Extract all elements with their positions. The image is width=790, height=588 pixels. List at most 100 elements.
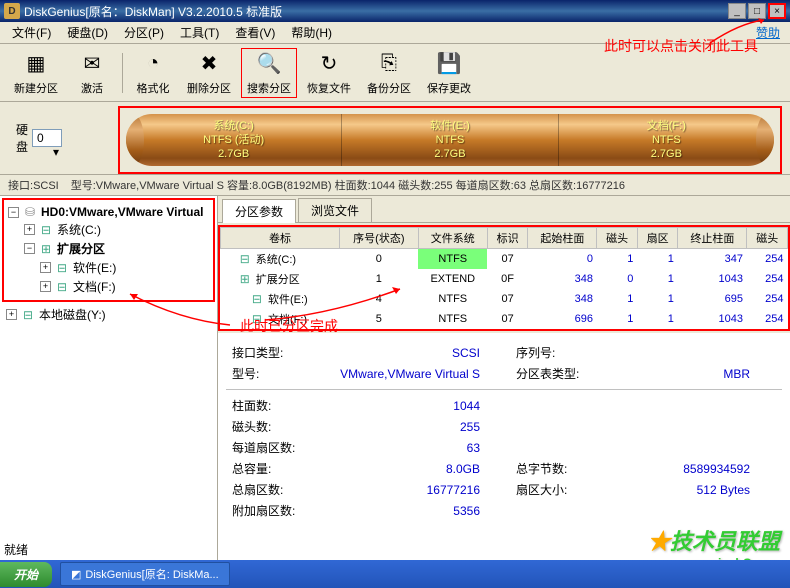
column-header[interactable]: 磁头 <box>597 228 637 249</box>
tool-1[interactable]: ✉ 激活 <box>68 48 116 98</box>
collapse-icon[interactable]: − <box>8 207 19 218</box>
disk-combo[interactable]: 0 <box>32 129 62 147</box>
taskbar-item[interactable]: ◩ DiskGenius[原名: DiskMa... <box>60 562 230 586</box>
tool-label: 删除分区 <box>187 80 231 96</box>
tree-panel: − ⛁ HD0:VMware,VMware Virtual + ⊟ 系统(C:)… <box>0 196 218 575</box>
expand-icon[interactable]: + <box>24 224 35 235</box>
tree-label: 文档(F:) <box>73 278 116 295</box>
column-header[interactable]: 文件系统 <box>418 228 487 249</box>
column-header[interactable]: 扇区 <box>637 228 677 249</box>
tree-label: 本地磁盘(Y:) <box>39 306 106 323</box>
toolbar: ▦新建分区 ✉ 激活 ◔ 格式化 ✖ 删除分区 🔍 搜索分区 ↻ 恢复文件 ⎘备份分区 💾 保存更改 <box>0 44 790 102</box>
partition-table: 卷标序号(状态)文件系统标识起始柱面磁头扇区终止柱面磁头 ⊟系统(C:) 0 N… <box>220 227 788 329</box>
task-label: DiskGenius[原名: DiskMa... <box>85 566 218 582</box>
tool-icon: ↻ <box>315 50 343 78</box>
menu-partition[interactable]: 分区(P) <box>116 22 172 43</box>
tree-root-disk[interactable]: − ⛁ HD0:VMware,VMware Virtual <box>8 204 209 220</box>
column-header[interactable]: 起始柱面 <box>528 228 597 249</box>
tool-icon: 🔍 <box>255 50 283 78</box>
tool-3[interactable]: ✖ 删除分区 <box>181 48 237 98</box>
disk-partition[interactable]: 文档(F:)NTFS2.7GB <box>559 114 774 166</box>
drive-icon: ⊟ <box>249 312 265 326</box>
status-ready: 就绪 <box>4 541 28 558</box>
tool-label: 激活 <box>81 80 103 96</box>
tool-icon: ✉ <box>78 50 106 78</box>
tab-bar: 分区参数 浏览文件 <box>218 196 790 223</box>
tree-label: 系统(C:) <box>57 221 101 238</box>
disk-info-strip: 接口:SCSI 型号:VMware,VMware Virtual S 容量:8.… <box>0 174 790 195</box>
tool-label: 搜索分区 <box>247 80 291 96</box>
tool-label: 格式化 <box>137 80 170 96</box>
drive-icon: ⊟ <box>249 292 265 306</box>
table-row[interactable]: ⊟软件(E:) 4 NTFS 07 348 1 1 695 254 <box>221 289 788 309</box>
menu-file[interactable]: 文件(F) <box>4 22 59 43</box>
column-header[interactable]: 终止柱面 <box>678 228 747 249</box>
disk-selector-row: 硬盘 0 <box>8 119 56 157</box>
minimize-button[interactable]: _ <box>728 3 746 19</box>
partition-table-area: 卷标序号(状态)文件系统标识起始柱面磁头扇区终止柱面磁头 ⊟系统(C:) 0 N… <box>218 225 790 331</box>
menubar: 文件(F) 硬盘(D) 分区(P) 工具(T) 查看(V) 帮助(H) <box>0 22 790 44</box>
drive-icon: ⊟ <box>38 223 54 237</box>
disk-icon: ⛁ <box>22 205 38 219</box>
tree-root-label: HD0:VMware,VMware Virtual <box>41 205 204 219</box>
table-row[interactable]: ⊞扩展分区 1 EXTEND 0F 348 0 1 1043 254 <box>221 269 788 289</box>
tab-browse-files[interactable]: 浏览文件 <box>298 198 372 222</box>
collapse-icon[interactable]: − <box>24 243 35 254</box>
tool-2[interactable]: ◔ 格式化 <box>129 48 177 98</box>
tree-label: 扩展分区 <box>57 240 105 257</box>
titlebar: D DiskGenius[原名：DiskMan] V3.2.2010.5 标准版… <box>0 0 790 22</box>
tree-node-c[interactable]: + ⊟ 系统(C:) <box>8 220 209 239</box>
right-panel: 分区参数 浏览文件 卷标序号(状态)文件系统标识起始柱面磁头扇区终止柱面磁头 ⊟… <box>218 196 790 575</box>
tree-label: 软件(E:) <box>73 259 116 276</box>
table-row[interactable]: ⊟系统(C:) 0 NTFS 07 0 1 1 347 254 <box>221 249 788 270</box>
menu-disk[interactable]: 硬盘(D) <box>59 22 116 43</box>
tool-label: 恢复文件 <box>307 80 351 96</box>
disk-partition[interactable]: 系统(C:)NTFS (活动)2.7GB <box>126 114 342 166</box>
tool-label: 保存更改 <box>427 80 471 96</box>
interface-label: 接口:SCSI <box>8 177 59 193</box>
tool-5[interactable]: ↻ 恢复文件 <box>301 48 357 98</box>
partition-tree: − ⛁ HD0:VMware,VMware Virtual + ⊟ 系统(C:)… <box>2 198 215 302</box>
disk-status-text: 型号:VMware,VMware Virtual S 容量:8.0GB(8192… <box>71 177 782 193</box>
disk-partition[interactable]: 软件(E:)NTFS2.7GB <box>342 114 558 166</box>
tree-node-local[interactable]: + ⊟ 本地磁盘(Y:) <box>0 304 217 325</box>
expand-icon[interactable]: + <box>40 262 51 273</box>
disk-graphic-area: 系统(C:)NTFS (活动)2.7GB软件(E:)NTFS2.7GB文档(F:… <box>118 106 782 174</box>
tab-partition-params[interactable]: 分区参数 <box>222 199 296 223</box>
app-icon: ◩ <box>71 568 81 581</box>
column-header[interactable]: 标识 <box>487 228 527 249</box>
tool-7[interactable]: 💾 保存更改 <box>421 48 477 98</box>
disk-label: 硬盘 <box>16 121 28 155</box>
maximize-button[interactable]: □ <box>748 3 766 19</box>
tool-0[interactable]: ▦新建分区 <box>8 48 64 98</box>
column-header[interactable]: 序号(状态) <box>339 228 418 249</box>
tool-icon: ⎘ <box>375 50 403 78</box>
expand-icon[interactable]: + <box>6 309 17 320</box>
tree-node-f[interactable]: + ⊟ 文档(F:) <box>8 277 209 296</box>
tool-label: 新建分区 <box>14 80 58 96</box>
column-header[interactable]: 卷标 <box>221 228 340 249</box>
tree-node-e[interactable]: + ⊟ 软件(E:) <box>8 258 209 277</box>
menu-help[interactable]: 帮助(H) <box>283 22 340 43</box>
menu-tools[interactable]: 工具(T) <box>172 22 227 43</box>
tool-icon: ✖ <box>195 50 223 78</box>
disk-cylinder[interactable]: 系统(C:)NTFS (活动)2.7GB软件(E:)NTFS2.7GB文档(F:… <box>126 114 774 166</box>
table-row[interactable]: ⊟文档(F:) 5 NTFS 07 696 1 1 1043 254 <box>221 309 788 329</box>
drive-icon: ⊟ <box>54 261 70 275</box>
app-icon: D <box>4 3 20 19</box>
start-button[interactable]: 开始 <box>0 562 52 587</box>
close-button[interactable]: × <box>768 3 786 19</box>
drive-icon: ⊟ <box>54 280 70 294</box>
menu-view[interactable]: 查看(V) <box>227 22 283 43</box>
expand-icon[interactable]: + <box>40 281 51 292</box>
tool-4[interactable]: 🔍 搜索分区 <box>241 48 297 98</box>
tree-node-ext[interactable]: − ⊞ 扩展分区 <box>8 239 209 258</box>
sponsor-link[interactable]: 赞助 <box>756 24 780 41</box>
column-header[interactable]: 磁头 <box>747 228 788 249</box>
tool-icon: ◔ <box>139 50 167 78</box>
drive-icon: ⊞ <box>237 272 253 286</box>
drive-icon: ⊟ <box>20 308 36 322</box>
tool-icon: 💾 <box>435 50 463 78</box>
window-title: DiskGenius[原名：DiskMan] V3.2.2010.5 标准版 <box>24 3 728 20</box>
tool-6[interactable]: ⎘备份分区 <box>361 48 417 98</box>
